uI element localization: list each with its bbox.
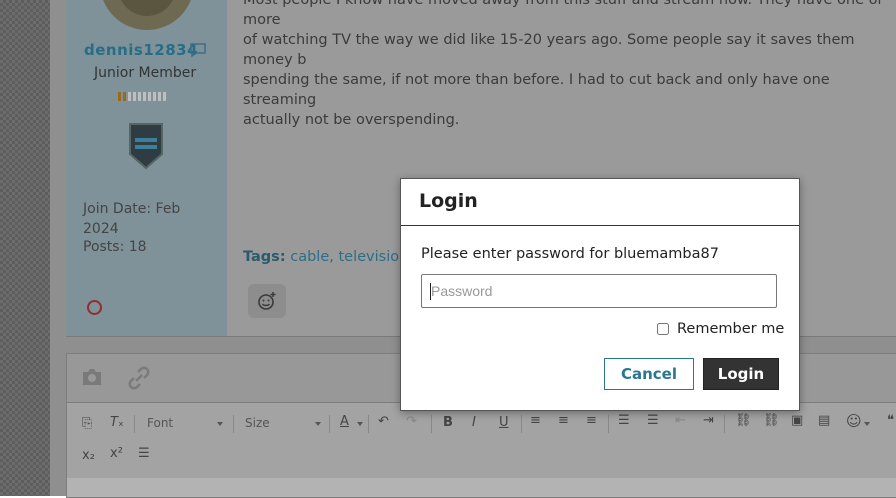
page-background-pattern bbox=[0, 0, 50, 496]
font-dropdown[interactable]: Font bbox=[147, 416, 173, 430]
smiley-plus-icon bbox=[258, 292, 276, 310]
chevron-down-icon bbox=[217, 422, 223, 426]
cancel-button[interactable]: Cancel bbox=[604, 358, 694, 390]
link-icon[interactable] bbox=[125, 366, 153, 390]
user-rank: Junior Member bbox=[94, 65, 197, 81]
text-color-button[interactable]: A bbox=[340, 414, 349, 429]
undo-icon[interactable]: ↶ bbox=[378, 414, 389, 429]
tag-link-cable[interactable]: cable bbox=[290, 249, 329, 265]
bullet-list-icon[interactable]: ☰ bbox=[647, 413, 659, 428]
chevron-down-icon bbox=[864, 422, 870, 426]
italic-icon[interactable]: I bbox=[472, 415, 476, 430]
remember-me-label: Remember me bbox=[677, 321, 785, 337]
rank-badge-icon bbox=[129, 123, 163, 170]
toolbar-divider bbox=[431, 415, 432, 433]
reputation-bar bbox=[118, 92, 166, 101]
rep-segment bbox=[143, 92, 146, 101]
horizontal-rule-icon[interactable]: ☰ bbox=[138, 446, 150, 461]
bold-icon[interactable]: B bbox=[443, 415, 453, 430]
rep-segment bbox=[163, 92, 166, 101]
login-dialog: Login Please enter password for bluemamb… bbox=[400, 178, 800, 411]
smiley-icon[interactable]: ☺ bbox=[846, 412, 862, 430]
clear-format-icon[interactable]: Tₓ bbox=[110, 415, 124, 430]
dialog-title: Login bbox=[419, 190, 478, 212]
toolbar-divider bbox=[521, 415, 522, 433]
tags-line: Tags: cable, television bbox=[243, 249, 408, 265]
join-date: Join Date: Feb 2024 bbox=[83, 201, 181, 237]
username-link[interactable]: dennis12834 bbox=[84, 41, 198, 59]
rep-segment bbox=[118, 92, 121, 101]
image-icon[interactable]: ▣ bbox=[791, 413, 803, 428]
toolbar-divider bbox=[233, 415, 234, 433]
text-cursor bbox=[430, 283, 431, 300]
toolbar-divider bbox=[329, 415, 330, 433]
subscript-icon[interactable]: x₂ bbox=[82, 448, 95, 463]
numbered-list-icon[interactable]: ☰ bbox=[618, 413, 630, 428]
tag-separator: , bbox=[329, 249, 334, 265]
login-button[interactable]: Login bbox=[703, 358, 779, 390]
source-icon[interactable]: ⎘ bbox=[82, 416, 92, 431]
remember-me-checkbox[interactable] bbox=[657, 323, 669, 335]
password-prompt: Please enter password for bluemamba87 bbox=[421, 246, 719, 262]
chevron-down-icon bbox=[357, 422, 363, 426]
rep-segment bbox=[158, 92, 161, 101]
editor-text-area[interactable] bbox=[67, 478, 896, 497]
chat-icon[interactable] bbox=[190, 43, 206, 57]
toolbar-divider bbox=[608, 415, 609, 433]
unlink-icon[interactable]: ⛓ bbox=[763, 413, 780, 428]
indent-icon[interactable]: ⇥ bbox=[703, 413, 714, 428]
camera-icon[interactable] bbox=[81, 367, 103, 387]
redo-icon[interactable]: ↷ bbox=[406, 414, 417, 429]
rep-segment bbox=[133, 92, 136, 101]
quote-icon[interactable]: ❝ bbox=[887, 413, 894, 428]
editor-toolbar: ⎘ Tₓ Font Size A ↶ ↷ B I U ≡ ≡ ≡ ☰ ☰ ⇤ ⇥… bbox=[67, 403, 896, 479]
post-body: Most people I know have moved away from … bbox=[243, 0, 884, 128]
dialog-header: Login bbox=[401, 179, 799, 226]
rep-segment bbox=[128, 92, 131, 101]
superscript-icon[interactable]: x² bbox=[110, 446, 123, 461]
underline-icon[interactable]: U bbox=[499, 415, 509, 430]
chevron-down-icon bbox=[315, 422, 321, 426]
add-reaction-button[interactable] bbox=[248, 284, 286, 318]
align-right-icon[interactable]: ≡ bbox=[586, 413, 597, 428]
toolbar-divider bbox=[134, 415, 135, 433]
align-center-icon[interactable]: ≡ bbox=[558, 413, 569, 428]
toolbar-divider bbox=[368, 415, 369, 433]
remember-me-option[interactable]: Remember me bbox=[657, 321, 784, 337]
rep-segment bbox=[138, 92, 141, 101]
password-input[interactable] bbox=[421, 274, 777, 308]
online-status-icon bbox=[87, 300, 102, 315]
rep-segment bbox=[148, 92, 151, 101]
tags-label: Tags: bbox=[243, 249, 286, 265]
size-dropdown[interactable]: Size bbox=[245, 416, 270, 430]
align-left-icon[interactable]: ≡ bbox=[530, 413, 541, 428]
toolbar-divider bbox=[724, 415, 725, 433]
rep-segment bbox=[153, 92, 156, 101]
outdent-icon[interactable]: ⇤ bbox=[675, 413, 686, 428]
post-count: Posts: 18 bbox=[83, 239, 147, 255]
insert-link-icon[interactable]: ⛓ bbox=[735, 413, 752, 428]
rep-segment bbox=[123, 92, 126, 101]
media-icon[interactable]: ▤ bbox=[818, 413, 830, 428]
tag-link-television[interactable]: television bbox=[338, 249, 408, 265]
